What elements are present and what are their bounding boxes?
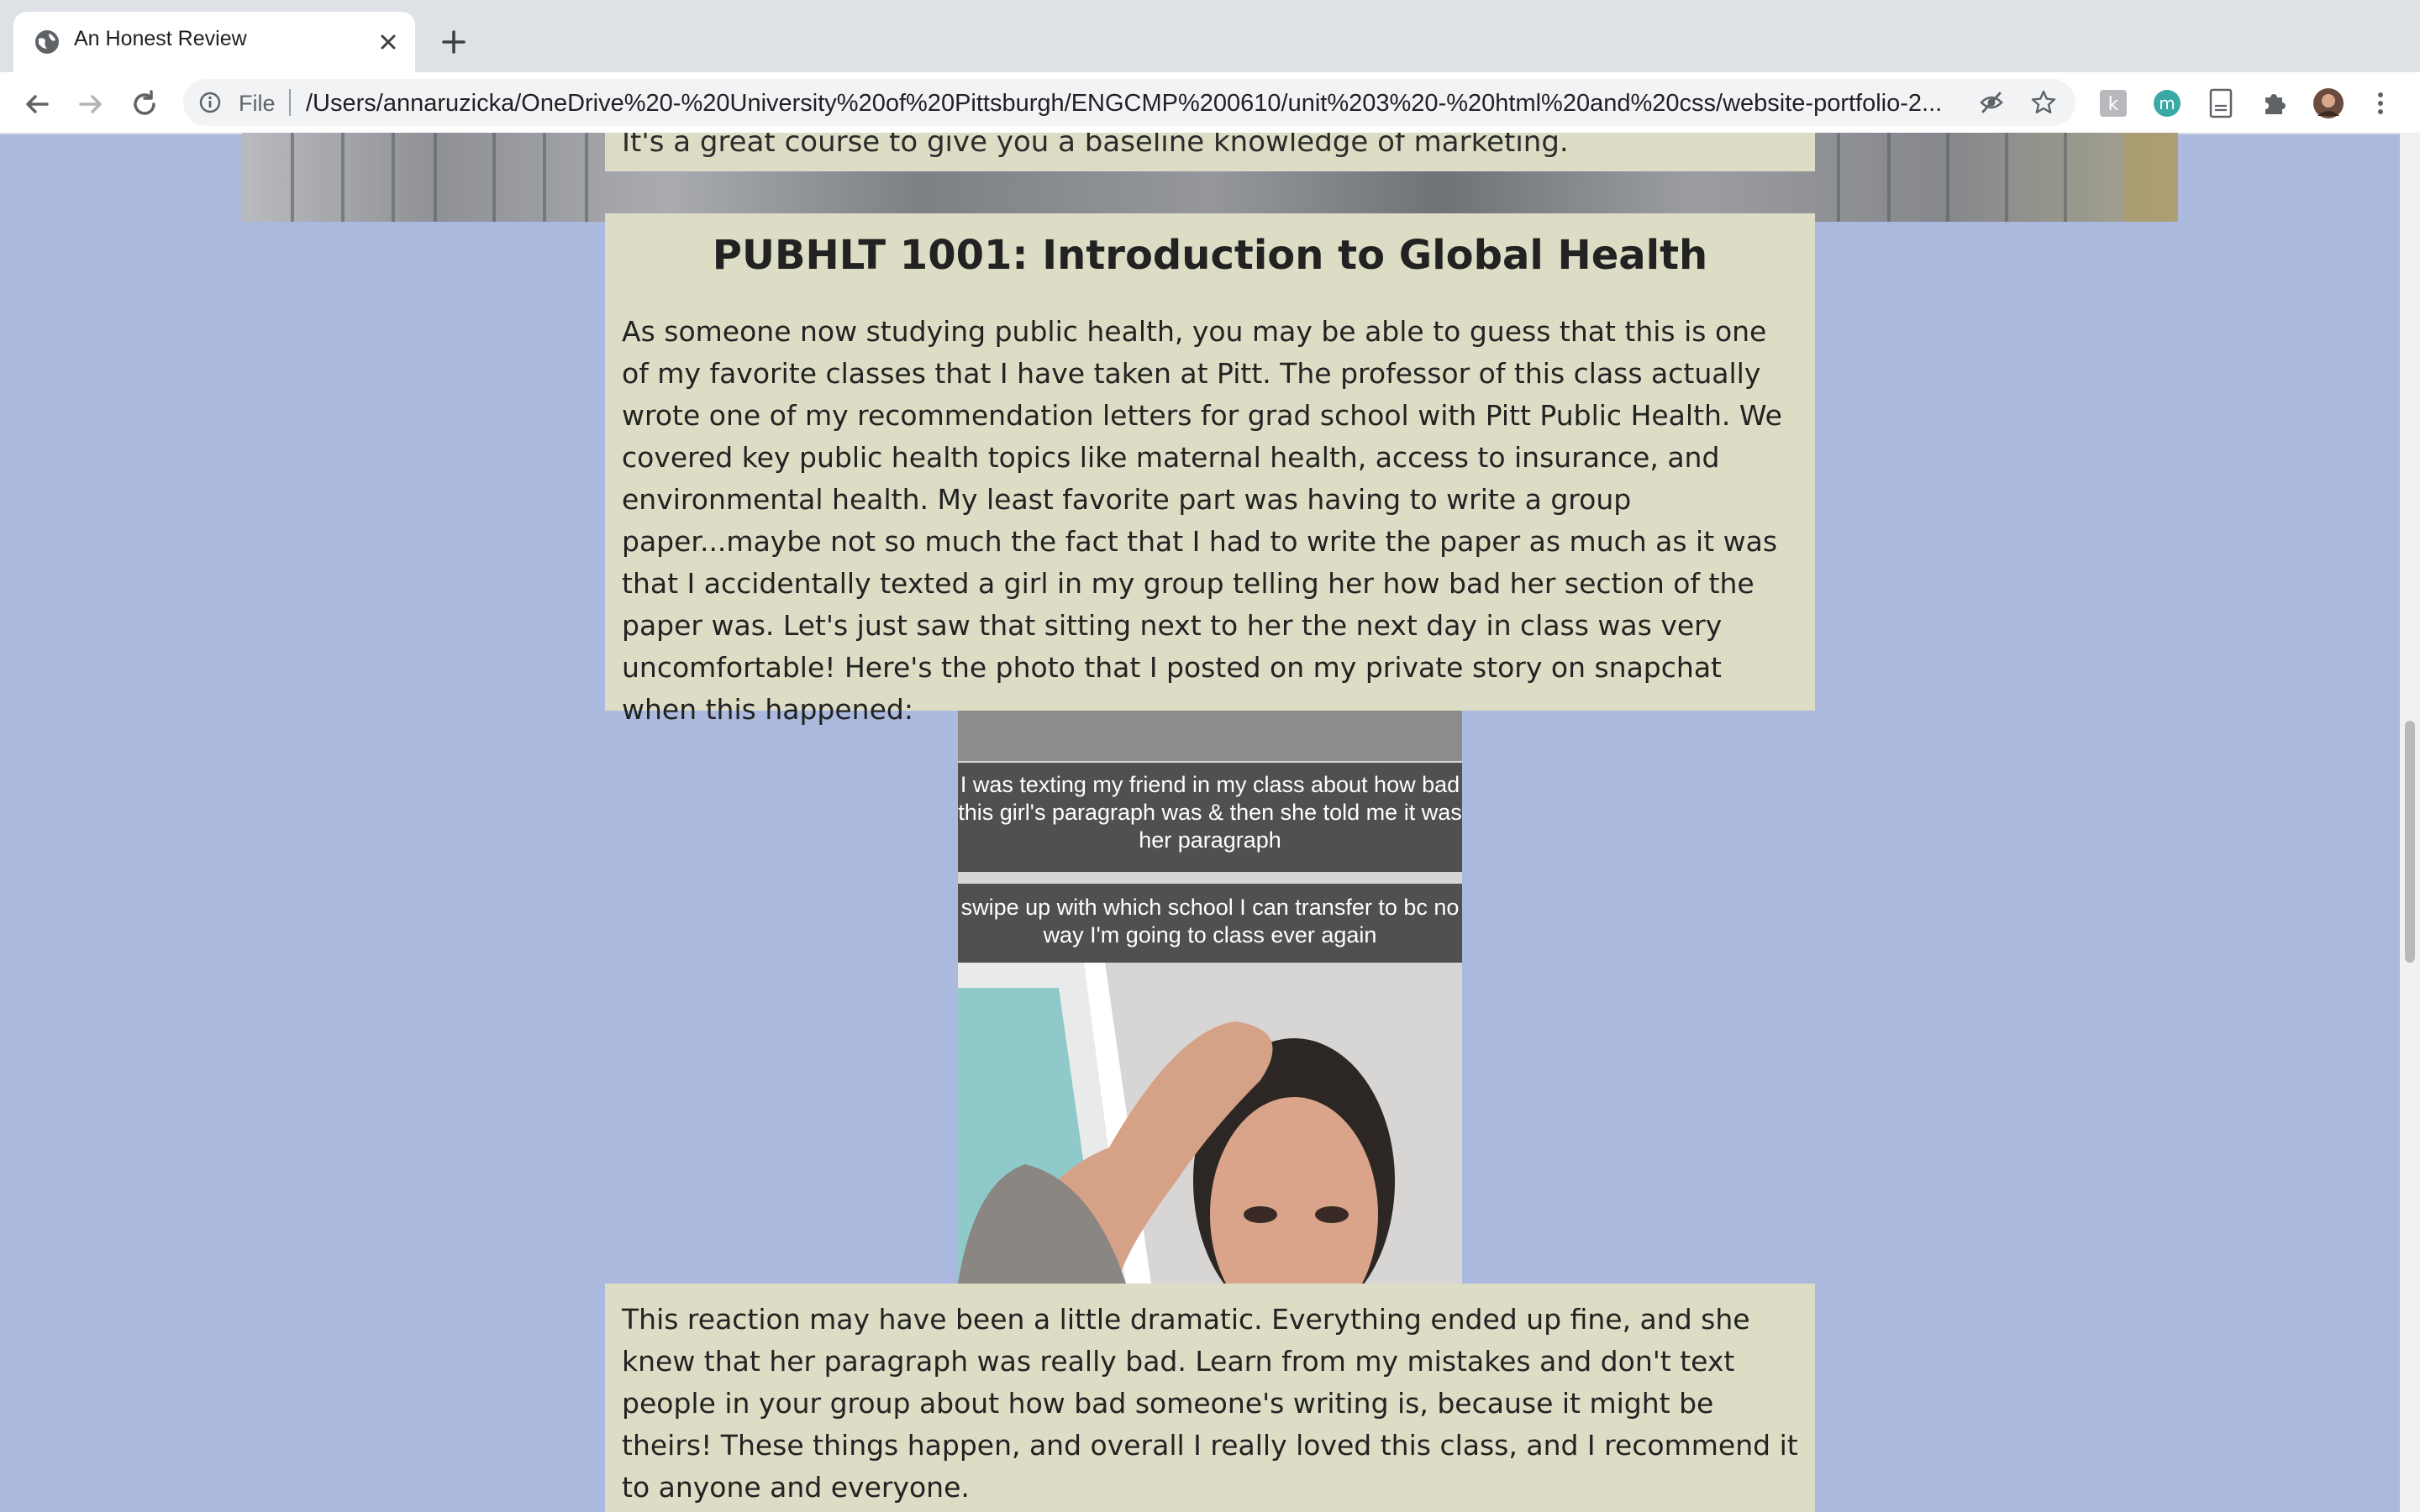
previous-course-card: It's a great course to give you a baseli… — [605, 133, 1815, 171]
puzzle-extensions-icon[interactable] — [2259, 87, 2291, 119]
url-text[interactable]: /Users/annaruzicka/OneDrive%20-%20Univer… — [306, 90, 1953, 118]
svg-text:k: k — [2108, 94, 2119, 115]
address-divider — [289, 89, 291, 116]
course-title: PUBHLT 1001: Introduction to Global Heal… — [712, 232, 1708, 279]
file-scheme-label: File — [239, 91, 276, 116]
closing-card: This reaction may have been a little dra… — [605, 1284, 1815, 1512]
tab-strip: An Honest Review — [0, 0, 2420, 72]
snap-caption-1: I was texting my friend in my class abou… — [958, 763, 1462, 872]
reload-icon[interactable] — [128, 87, 161, 121]
back-arrow-icon[interactable] — [20, 87, 54, 121]
browser-tab[interactable]: An Honest Review — [13, 12, 415, 72]
page-viewport: It's a great course to give you a baseli… — [0, 133, 2400, 1512]
snapchat-photo: I was texting my friend in my class abou… — [958, 711, 1462, 1284]
document-extension-icon[interactable] — [2205, 87, 2237, 119]
scrollbar-thumb[interactable] — [2405, 721, 2415, 963]
profile-avatar[interactable] — [2312, 87, 2344, 119]
new-tab-plus-icon[interactable] — [437, 25, 471, 59]
address-bar[interactable]: File /Users/annaruzicka/OneDrive%20-%20U… — [183, 79, 2075, 126]
course-paragraph: As someone now studying public health, y… — [622, 315, 1782, 726]
course-card: PUBHLT 1001: Introduction to Global Heal… — [605, 213, 1815, 726]
k-extension-icon[interactable]: k — [2097, 87, 2129, 119]
kebab-menu-icon[interactable] — [2368, 87, 2393, 119]
close-icon[interactable] — [376, 30, 400, 54]
closing-paragraph: This reaction may have been a little dra… — [622, 1303, 1798, 1504]
snap-caption-2: swipe up with which school I can transfe… — [958, 884, 1462, 963]
globe-icon — [35, 30, 59, 54]
browser-toolbar: File /Users/annaruzicka/OneDrive%20-%20U… — [0, 72, 2420, 134]
bookmark-star-icon[interactable] — [2030, 89, 2057, 116]
previous-course-text: It's a great course to give you a baseli… — [622, 133, 1569, 159]
m-extension-icon[interactable]: m — [2151, 87, 2183, 119]
info-icon[interactable] — [198, 91, 222, 114]
tab-title: An Honest Review — [74, 27, 247, 50]
forward-arrow-icon[interactable] — [74, 87, 108, 121]
svg-text:m: m — [2159, 93, 2175, 113]
eye-slash-icon[interactable] — [1978, 89, 2005, 116]
